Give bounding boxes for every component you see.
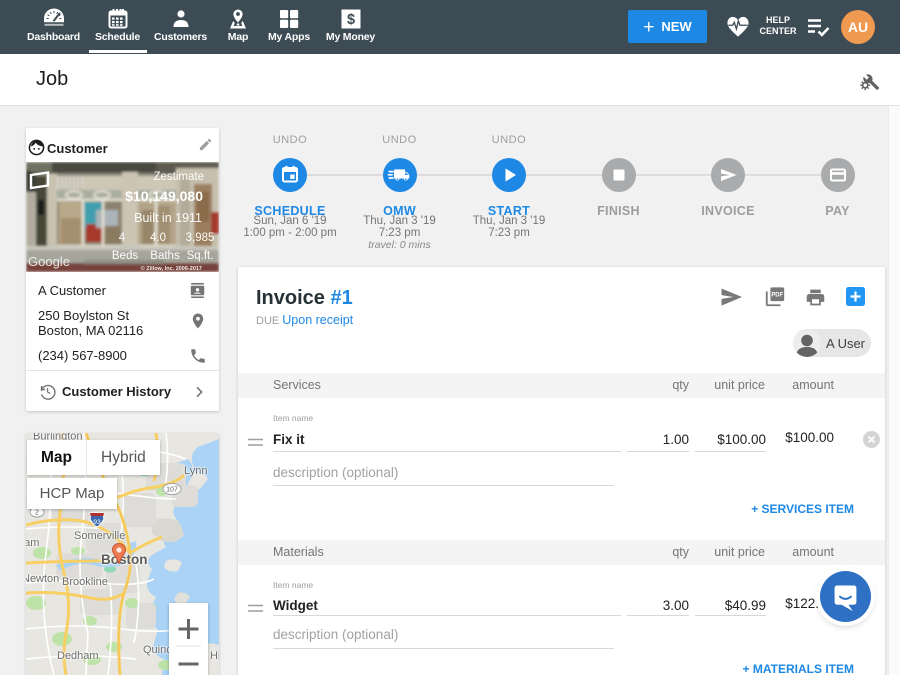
svg-text:Zestimate: Zestimate bbox=[154, 171, 205, 183]
svg-text:Somerville: Somerville bbox=[74, 530, 125, 542]
svg-text:93: 93 bbox=[93, 519, 101, 526]
svg-text:PDF: PDF bbox=[771, 293, 783, 299]
svg-text:Sq.ft.: Sq.ft. bbox=[187, 250, 214, 262]
svg-text:ham: ham bbox=[26, 537, 39, 549]
svg-text:$: $ bbox=[346, 12, 354, 28]
svg-text:Google: Google bbox=[28, 254, 70, 269]
svg-text:$10,149,080: $10,149,080 bbox=[125, 188, 203, 204]
svg-text:4.0: 4.0 bbox=[150, 232, 166, 244]
svg-text:Brookline: Brookline bbox=[62, 576, 108, 588]
svg-text:Dedham: Dedham bbox=[57, 650, 99, 662]
svg-text:Beds: Beds bbox=[112, 250, 138, 262]
svg-text:2: 2 bbox=[35, 510, 39, 517]
svg-text:Lynn: Lynn bbox=[184, 465, 207, 477]
svg-text:4: 4 bbox=[119, 232, 126, 244]
svg-text:Baths: Baths bbox=[150, 250, 180, 262]
svg-text:Hi: Hi bbox=[210, 650, 219, 662]
svg-text:Built in 1911: Built in 1911 bbox=[134, 211, 202, 225]
svg-text:3,985: 3,985 bbox=[186, 232, 215, 244]
svg-text:107: 107 bbox=[166, 487, 178, 494]
svg-text:© Zillow, Inc. 2006-2017: © Zillow, Inc. 2006-2017 bbox=[141, 265, 202, 272]
svg-text:Newton: Newton bbox=[26, 573, 59, 585]
